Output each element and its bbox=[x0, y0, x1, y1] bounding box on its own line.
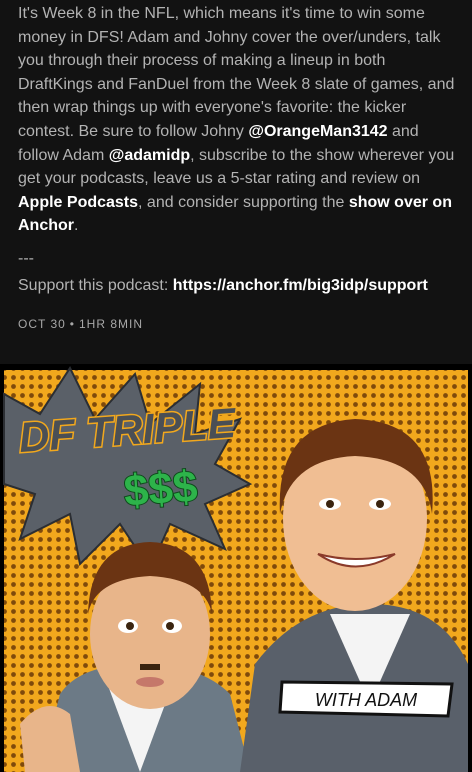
johny-handle-link[interactable]: @OrangeMan3142 bbox=[248, 123, 387, 140]
meta-dot: • bbox=[69, 317, 75, 331]
badge-text: WITH ADAM bbox=[315, 690, 417, 710]
episode-duration: 1HR 8MIN bbox=[79, 317, 144, 331]
artwork-title-line2: $$$ bbox=[122, 462, 199, 516]
adam-handle-link[interactable]: @adamidp bbox=[109, 147, 190, 164]
support-line: Support this podcast: https://anchor.fm/… bbox=[18, 277, 428, 295]
apple-podcasts-link[interactable]: Apple Podcasts bbox=[18, 194, 138, 211]
support-url-link[interactable]: https://anchor.fm/big3idp/support bbox=[173, 277, 428, 294]
podcast-artwork: DF TRIPLE $$$ WITH ADAM bbox=[0, 364, 472, 772]
episode-date: OCT 30 bbox=[18, 317, 66, 331]
separator: --- bbox=[18, 250, 34, 267]
episode-description: It's Week 8 in the NFL, which means it's… bbox=[18, 5, 455, 235]
episode-meta: OCT 30 • 1HR 8MIN bbox=[18, 317, 143, 331]
support-label: Support this podcast: bbox=[18, 277, 173, 294]
with-adam-badge: WITH ADAM bbox=[278, 680, 454, 718]
